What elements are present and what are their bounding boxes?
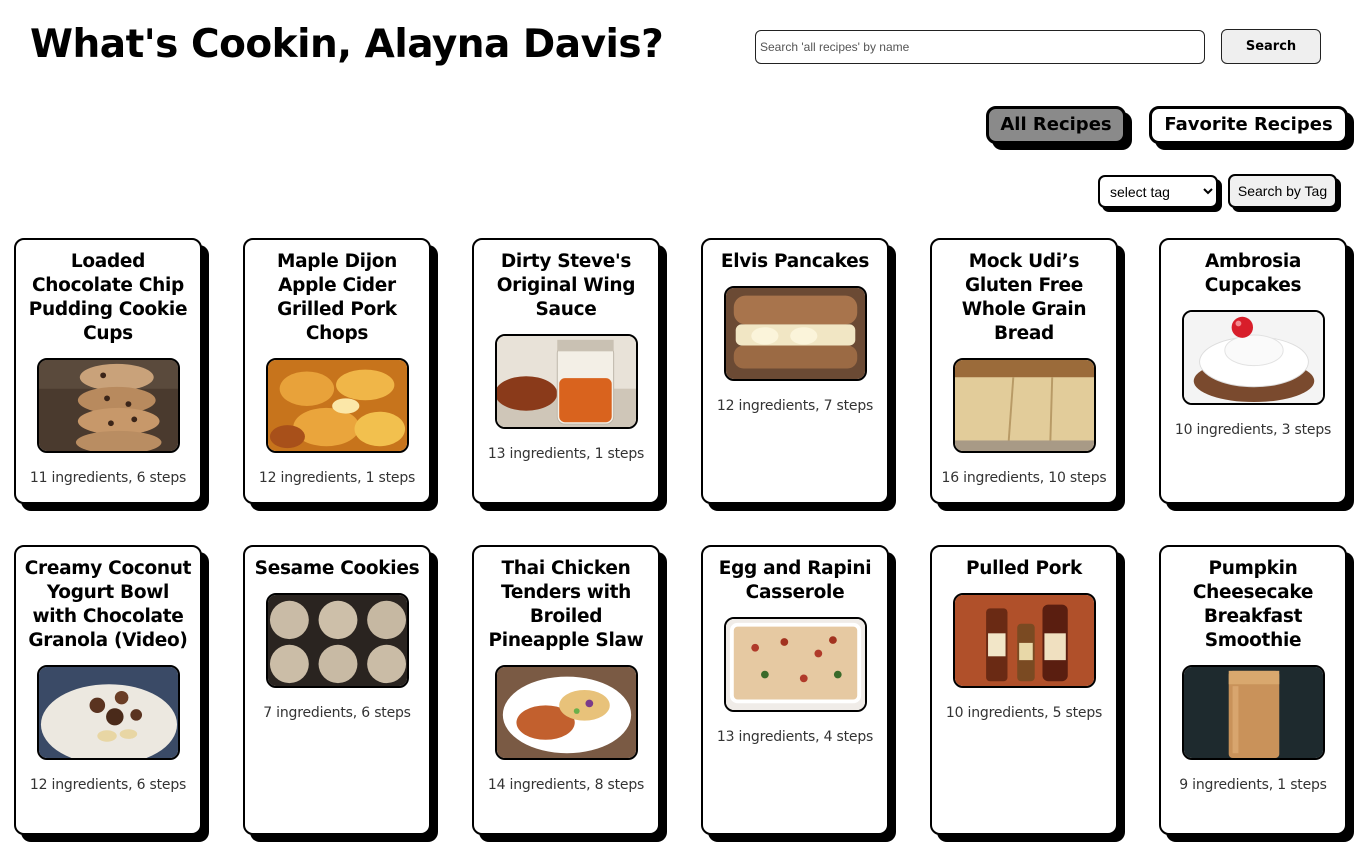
recipe-meta: 12 ingredients, 6 steps bbox=[29, 777, 187, 793]
recipe-title: Pumpkin Cheesecake Breakfast Smoothie bbox=[1192, 558, 1314, 651]
page-title: What's Cookin, Alayna Davis? bbox=[30, 22, 664, 67]
cookie-stack-photo[interactable] bbox=[36, 358, 180, 453]
sesame-cookies-photo[interactable] bbox=[265, 593, 409, 688]
pork-chops-photo[interactable] bbox=[265, 358, 409, 453]
recipe-card[interactable]: Egg and Rapini Casserole 13 ingredients,… bbox=[701, 545, 889, 835]
recipe-meta: 12 ingredients, 7 steps bbox=[716, 398, 874, 414]
recipe-title: Creamy Coconut Yogurt Bowl with Chocolat… bbox=[24, 558, 192, 651]
bread-loaf-photo[interactable] bbox=[952, 358, 1096, 453]
recipe-title: Pulled Pork bbox=[965, 558, 1083, 579]
recipe-title: Sesame Cookies bbox=[254, 558, 420, 579]
recipe-card[interactable]: Maple Dijon Apple Cider Grilled Pork Cho… bbox=[243, 238, 431, 504]
recipe-card[interactable]: Thai Chicken Tenders with Broiled Pineap… bbox=[472, 545, 660, 835]
recipe-title: Ambrosia Cupcakes bbox=[1204, 251, 1302, 296]
recipe-meta: 10 ingredients, 5 steps bbox=[945, 705, 1103, 721]
casserole-photo[interactable] bbox=[723, 617, 867, 712]
recipe-card[interactable]: Pumpkin Cheesecake Breakfast Smoothie 9 … bbox=[1159, 545, 1347, 835]
recipe-card[interactable]: Dirty Steve's Original Wing Sauce 13 ing… bbox=[472, 238, 660, 504]
recipe-card[interactable]: Pulled Pork 10 ingredients, 5 steps bbox=[930, 545, 1118, 835]
chicken-slaw-photo[interactable] bbox=[494, 665, 638, 760]
sauce-bottles-photo[interactable] bbox=[952, 593, 1096, 688]
yogurt-bowl-photo[interactable] bbox=[36, 665, 180, 760]
search-by-tag-button[interactable]: Search by Tag bbox=[1228, 174, 1337, 208]
recipe-card[interactable]: Creamy Coconut Yogurt Bowl with Chocolat… bbox=[14, 545, 202, 835]
wing-sauce-photo[interactable] bbox=[494, 334, 638, 429]
search-button[interactable]: Search bbox=[1221, 29, 1321, 64]
recipe-meta: 13 ingredients, 1 steps bbox=[487, 446, 645, 462]
recipe-meta: 13 ingredients, 4 steps bbox=[716, 729, 874, 745]
tag-select[interactable]: select tag bbox=[1098, 175, 1218, 208]
recipe-title: Thai Chicken Tenders with Broiled Pineap… bbox=[488, 558, 644, 651]
recipe-title: Loaded Chocolate Chip Pudding Cookie Cup… bbox=[28, 251, 188, 344]
recipe-title: Egg and Rapini Casserole bbox=[718, 558, 872, 603]
cupcake-photo[interactable] bbox=[1181, 310, 1325, 405]
recipe-card[interactable]: Elvis Pancakes 12 ingredients, 7 steps bbox=[701, 238, 889, 504]
all-recipes-button[interactable]: All Recipes bbox=[986, 106, 1126, 144]
recipe-card[interactable]: Loaded Chocolate Chip Pudding Cookie Cup… bbox=[14, 238, 202, 504]
recipe-meta: 16 ingredients, 10 steps bbox=[941, 470, 1107, 486]
recipe-title: Elvis Pancakes bbox=[720, 251, 870, 272]
recipe-meta: 9 ingredients, 1 steps bbox=[1179, 777, 1327, 793]
favorite-recipes-button[interactable]: Favorite Recipes bbox=[1149, 106, 1348, 144]
recipe-card[interactable]: Mock Udi’s Gluten Free Whole Grain Bread… bbox=[930, 238, 1118, 504]
recipe-meta: 7 ingredients, 6 steps bbox=[263, 705, 411, 721]
pancake-sandwich-photo[interactable] bbox=[723, 286, 867, 381]
recipe-title: Maple Dijon Apple Cider Grilled Pork Cho… bbox=[276, 251, 398, 344]
recipe-card[interactable]: Ambrosia Cupcakes 10 ingredients, 3 step… bbox=[1159, 238, 1347, 504]
recipe-meta: 14 ingredients, 8 steps bbox=[487, 777, 645, 793]
search-input[interactable] bbox=[755, 30, 1205, 64]
recipe-title: Mock Udi’s Gluten Free Whole Grain Bread bbox=[961, 251, 1087, 344]
smoothie-photo[interactable] bbox=[1181, 665, 1325, 760]
recipe-card[interactable]: Sesame Cookies 7 ingredients, 6 steps bbox=[243, 545, 431, 835]
recipe-meta: 10 ingredients, 3 steps bbox=[1174, 422, 1332, 438]
recipe-meta: 11 ingredients, 6 steps bbox=[29, 470, 187, 486]
recipe-title: Dirty Steve's Original Wing Sauce bbox=[496, 251, 636, 320]
recipe-meta: 12 ingredients, 1 steps bbox=[258, 470, 416, 486]
